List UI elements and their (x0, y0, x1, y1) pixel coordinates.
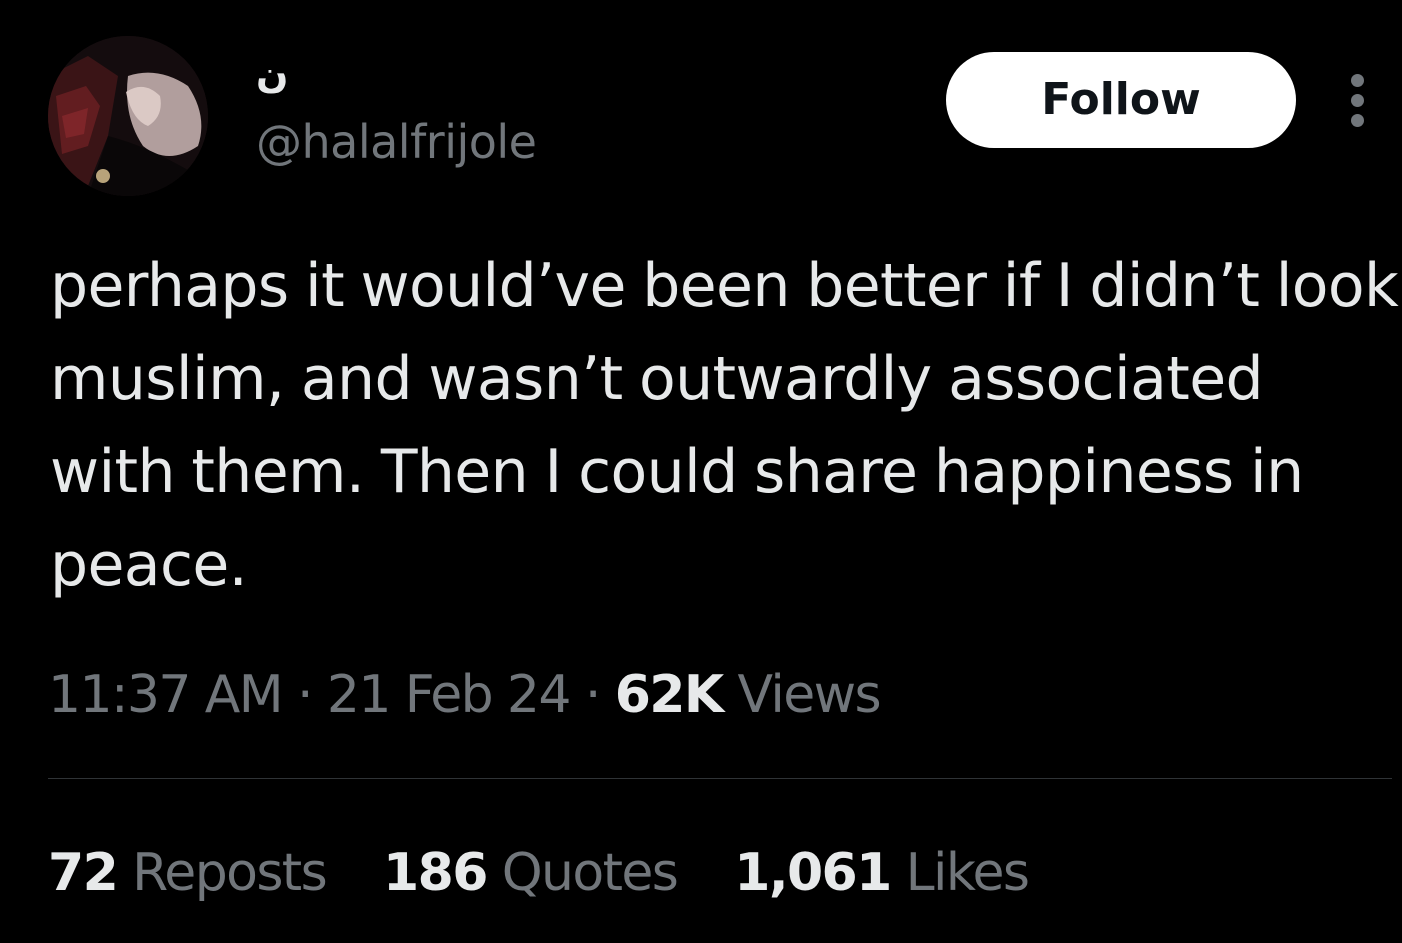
follow-button[interactable]: Follow (946, 52, 1296, 148)
more-dots-icon (1351, 74, 1364, 87)
quotes-count: 186 (383, 843, 488, 903)
quotes-stat[interactable]: 186 Quotes (383, 838, 679, 908)
avatar-image (48, 36, 208, 196)
more-options-button[interactable] (1338, 70, 1378, 130)
more-dots-icon (1351, 94, 1364, 107)
meta-separator: · (296, 665, 314, 725)
reposts-label: Reposts (132, 843, 328, 903)
divider (48, 778, 1392, 779)
engagement-stats: 72 Reposts 186 Quotes 1,061 Likes (48, 838, 1070, 908)
tweet-date[interactable]: 21 Feb 24 (327, 665, 572, 725)
likes-stat[interactable]: 1,061 Likes (734, 838, 1030, 908)
display-name[interactable]: ن (256, 52, 288, 96)
views-count: 62K (614, 665, 724, 725)
reposts-count: 72 (48, 843, 119, 903)
likes-count: 1,061 (734, 843, 892, 903)
meta-separator: · (584, 665, 602, 725)
user-handle[interactable]: @halalfrijole (256, 112, 537, 172)
more-dots-icon (1351, 114, 1364, 127)
views-label: Views (737, 665, 882, 725)
tweet-meta: 11:37 AM · 21 Feb 24 · 62K Views (48, 660, 882, 730)
reposts-stat[interactable]: 72 Reposts (48, 838, 328, 908)
quotes-label: Quotes (501, 843, 679, 903)
likes-label: Likes (905, 843, 1030, 903)
tweet-time[interactable]: 11:37 AM (48, 665, 284, 725)
avatar[interactable] (48, 36, 208, 196)
tweet-text: perhaps it would’ve been better if I did… (50, 251, 1399, 600)
